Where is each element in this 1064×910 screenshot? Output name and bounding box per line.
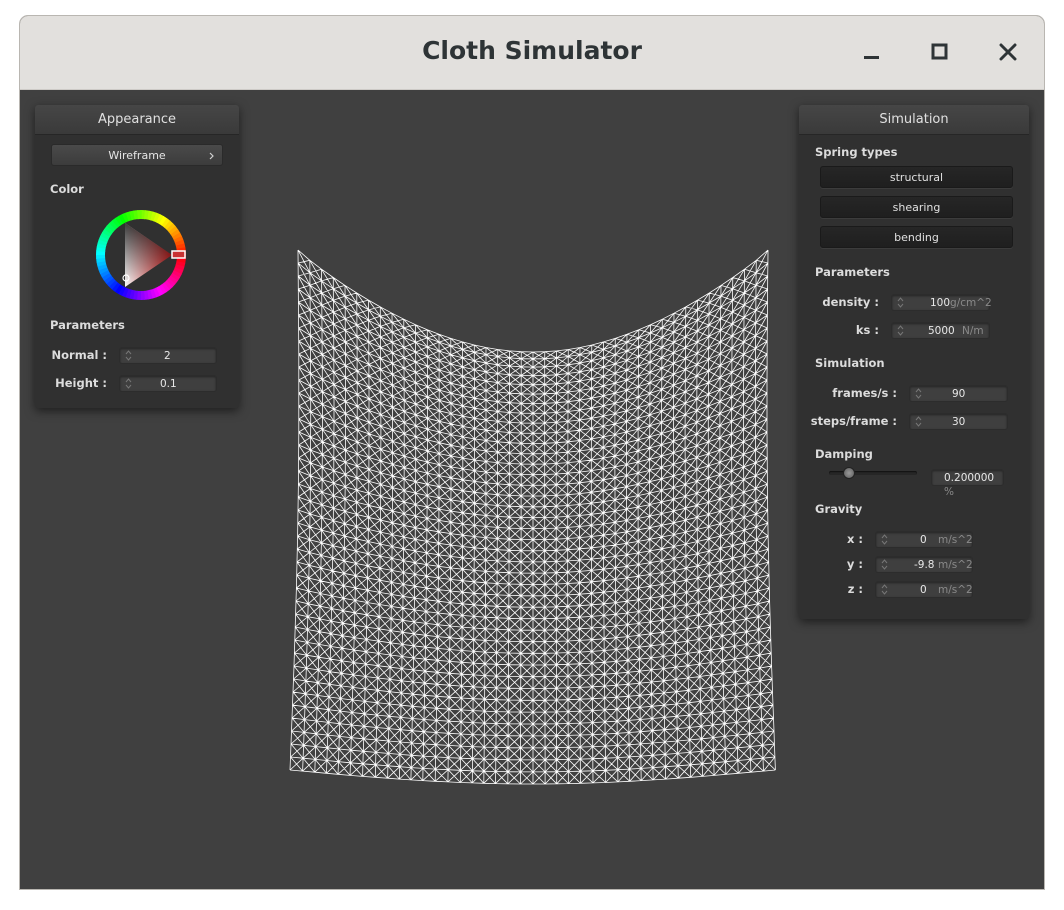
shearing-button[interactable]: shearing — [820, 196, 1013, 218]
steps-label: steps/frame : — [810, 414, 897, 428]
chevron-right-icon — [209, 152, 214, 160]
height-label: Height : — [55, 376, 107, 390]
appearance-panel-header[interactable]: Appearance — [35, 105, 239, 135]
density-value: 100 — [930, 297, 951, 309]
maximize-button[interactable] — [926, 38, 954, 66]
gravity-x-value: 0 — [920, 534, 927, 546]
damping-unit: % — [944, 486, 954, 498]
window-title: Cloth Simulator — [422, 36, 642, 65]
app-window: Cloth Simulator Appearance Wireframe Col… — [19, 15, 1045, 890]
spinner-arrows-icon[interactable] — [881, 583, 888, 596]
gravity-x-input[interactable]: 0 m/s^2 — [875, 531, 973, 548]
normal-label: Normal : — [51, 348, 107, 362]
normal-input[interactable]: 2 — [119, 347, 217, 364]
structural-button[interactable]: structural — [820, 166, 1013, 188]
density-label: density : — [822, 295, 879, 309]
close-button[interactable] — [994, 38, 1022, 66]
density-unit: g/cm^2 — [950, 297, 992, 309]
spinner-arrows-icon[interactable] — [915, 387, 922, 400]
simulation-section-label: Simulation — [815, 356, 885, 370]
damping-slider-knob[interactable] — [842, 467, 855, 479]
steps-input[interactable]: 30 — [909, 413, 1008, 430]
gravity-z-unit: m/s^2 — [938, 584, 973, 596]
gravity-y-input[interactable]: -9.8 m/s^2 — [875, 556, 973, 573]
simulation-panel: Simulation Spring types structural shear… — [799, 105, 1029, 619]
appearance-panel: Appearance Wireframe Color Parameters No… — [35, 105, 239, 408]
gravity-z-input[interactable]: 0 m/s^2 — [875, 581, 973, 598]
height-input[interactable]: 0.1 — [119, 375, 217, 392]
gravity-z-label: z : — [847, 582, 863, 596]
maximize-icon — [931, 43, 948, 60]
damping-label: Damping — [815, 447, 873, 461]
gravity-x-label: x : — [846, 532, 863, 546]
ks-input[interactable]: 5000 N/m — [891, 322, 990, 339]
hue-marker[interactable] — [171, 250, 186, 259]
spinner-arrows-icon[interactable] — [881, 533, 888, 546]
spinner-arrows-icon[interactable] — [897, 296, 904, 309]
height-value: 0.1 — [160, 378, 177, 390]
gravity-y-label: y : — [846, 557, 863, 571]
steps-value: 30 — [952, 416, 966, 428]
normal-value: 2 — [164, 350, 171, 362]
shader-select-value: Wireframe — [108, 149, 166, 162]
spinner-arrows-icon[interactable] — [125, 377, 132, 390]
damping-value: 0.200000 — [944, 472, 995, 484]
gravity-z-value: 0 — [920, 584, 927, 596]
minimize-button[interactable] — [858, 38, 886, 66]
spinner-arrows-icon[interactable] — [125, 349, 132, 362]
title-bar[interactable]: Cloth Simulator — [20, 16, 1044, 90]
close-icon — [999, 43, 1017, 61]
sim-params-label: Parameters — [815, 265, 890, 279]
gravity-label: Gravity — [815, 502, 863, 516]
damping-input[interactable]: 0.200000 % — [931, 469, 1004, 498]
fps-input[interactable]: 90 — [909, 385, 1008, 402]
render-viewport[interactable]: Appearance Wireframe Color Parameters No… — [20, 90, 1044, 889]
damping-slider[interactable] — [829, 467, 917, 479]
ks-label: ks : — [855, 323, 879, 337]
simulation-panel-header[interactable]: Simulation — [799, 105, 1029, 135]
spinner-arrows-icon[interactable] — [897, 324, 904, 337]
density-input[interactable]: 100g/cm^2 — [891, 294, 992, 311]
ks-unit: N/m — [962, 325, 984, 337]
appearance-params-label: Parameters — [50, 318, 125, 332]
fps-value: 90 — [952, 388, 966, 400]
cloth-mesh-lines — [289, 249, 776, 785]
spinner-arrows-icon[interactable] — [881, 558, 888, 571]
color-label: Color — [50, 182, 84, 196]
minimize-icon — [864, 56, 879, 59]
bending-button[interactable]: bending — [820, 226, 1013, 248]
gravity-x-unit: m/s^2 — [938, 534, 973, 546]
gravity-y-unit: m/s^2 — [938, 559, 973, 571]
fps-label: frames/s : — [832, 386, 897, 400]
gravity-y-value: -9.8 — [914, 559, 935, 571]
color-wheel[interactable] — [94, 208, 188, 302]
shader-select[interactable]: Wireframe — [51, 144, 223, 166]
spinner-arrows-icon[interactable] — [915, 415, 922, 428]
spring-types-label: Spring types — [815, 145, 898, 159]
ks-value: 5000 — [928, 325, 955, 337]
